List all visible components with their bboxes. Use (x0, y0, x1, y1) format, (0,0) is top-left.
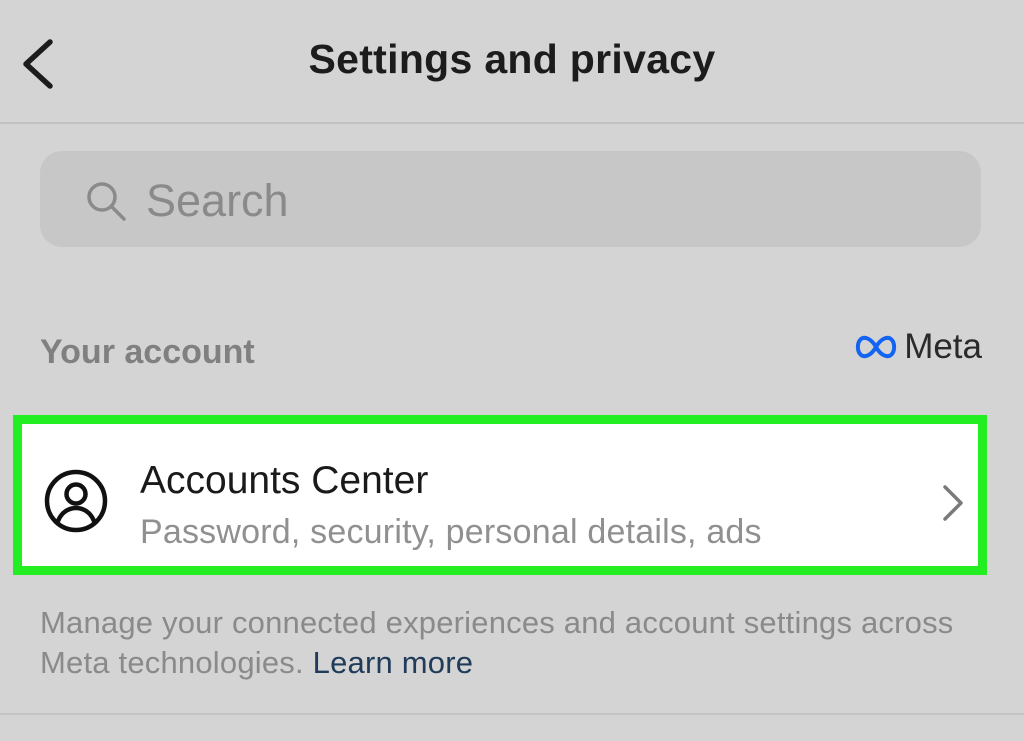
person-circle-icon (44, 469, 108, 533)
section-header-your-account: Your account (40, 333, 255, 371)
search-input[interactable]: Search (40, 151, 981, 247)
meta-brand: Meta (854, 327, 982, 367)
chevron-right-icon (943, 485, 963, 521)
top-bar: Settings and privacy (0, 0, 1024, 124)
accounts-center-subtitle: Password, security, personal details, ad… (140, 513, 762, 551)
search-icon (87, 182, 126, 221)
search-placeholder: Search (146, 175, 289, 226)
description-text: Manage your connected experiences and ac… (40, 605, 954, 680)
page-title: Settings and privacy (308, 36, 716, 82)
accounts-center-title: Accounts Center (140, 459, 429, 502)
divider (0, 713, 1024, 715)
learn-more-link[interactable]: Learn more (313, 645, 474, 680)
meta-infinity-logo-icon (856, 335, 897, 359)
accounts-center-description: Manage your connected experiences and ac… (40, 603, 990, 683)
meta-brand-text: Meta (904, 327, 982, 366)
accounts-center-row[interactable]: Accounts Center Password, security, pers… (13, 415, 987, 575)
